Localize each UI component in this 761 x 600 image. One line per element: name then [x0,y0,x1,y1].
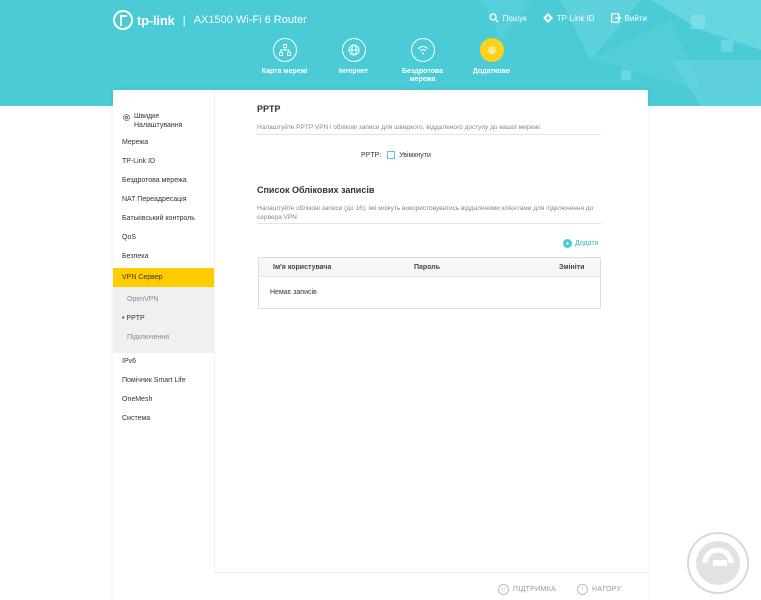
globe-icon [348,44,359,56]
nav-advanced-label: Додатково [472,68,511,75]
nav-wireless-circle [410,38,435,62]
nav-network-map[interactable]: Карта мережі [250,38,319,84]
support-button[interactable]: ☺ ПІДТРИМКА [498,584,556,595]
column-modify: Змініти [559,264,585,271]
search-link[interactable]: Пошук [489,13,527,23]
footer: ☺ ПІДТРИМКА ↑ НАГОРУ [214,572,648,600]
brand: tp-link | AX1500 Wi-Fi 6 Router [113,10,307,30]
logout-icon [610,13,621,23]
sidebar-divider [214,90,215,600]
sidebar-item-wireless[interactable]: Бездротова мережа [113,177,214,184]
nav-advanced-circle [479,38,504,62]
back-to-top-button[interactable]: ↑ НАГОРУ [577,584,621,595]
sidebar-item-onemesh[interactable]: OneMesh [113,396,214,403]
site-watermark-logo [687,532,749,594]
sidebar-item-tplink-id[interactable]: TP-Link ID [113,158,214,165]
column-password: Пароль [414,264,441,271]
sidebar: Швидке Налаштування Мережа TP-Link ID Бе… [113,90,214,600]
sidebar-item-network[interactable]: Мережа [113,139,214,146]
submenu-openvpn[interactable]: OpenVPN [127,296,159,303]
table-header: Ім'я користувача Пароль Змініти [259,258,600,277]
pptp-title: PPTP [257,104,281,114]
search-link-label: Пошук [502,13,527,23]
main-nav: Карта мережі Інтернет Бездротова мережа … [250,38,526,84]
nav-network-map-label: Карта мережі [261,68,308,75]
sidebar-item-system[interactable]: Система [113,415,214,422]
logout-link[interactable]: Вийти [610,13,647,23]
arrow-up-icon: ↑ [577,584,588,595]
nav-advanced[interactable]: Додатково [457,38,526,84]
pptp-enable-label[interactable]: Увімкнути [399,152,431,159]
support-icon: ☺ [498,584,509,595]
settings-icon [122,113,131,122]
nav-internet-circle [341,38,366,62]
sidebar-item-qos[interactable]: QoS [113,234,214,241]
user-id-icon [542,13,553,23]
quick-setup-row: Швидке Налаштування [122,112,214,130]
quick-setup-label: Швидке Налаштування [134,113,183,129]
gear-icon [487,45,496,55]
add-account-label: Додати [575,240,599,247]
sidebar-item-quick-setup[interactable]: Швидке Налаштування [113,112,214,130]
sidebar-item-smart-life[interactable]: Помічник Smart Life [113,377,214,384]
nav-network-map-circle [272,38,297,62]
pptp-label: PPTP: [361,151,382,159]
submenu-pptp[interactable]: • PPTP [122,315,145,322]
search-icon [489,13,499,23]
tplink-id-label: TP-Link ID [556,13,595,23]
nav-wireless[interactable]: Бездротова мережа [388,38,457,84]
sidebar-item-parental[interactable]: Батьківський контроль [113,215,214,222]
accounts-description: Налаштуйте облікові записи (до 16), які … [257,205,594,221]
main-card: Швидке Налаштування Мережа TP-Link ID Бе… [113,90,648,600]
accounts-title: Список Облікових записів [257,185,375,195]
brand-name: tp-link [137,12,175,28]
back-to-top-label: НАГОРУ [592,586,622,593]
network-map-icon [278,44,291,56]
nav-internet-label: Інтернет [338,68,369,75]
sidebar-item-nat[interactable]: NAT Переадресація [113,196,214,203]
brand-separator: | [182,13,186,27]
add-account-button[interactable]: + Додати [563,239,599,248]
tp-link-logo-icon [113,10,133,30]
tplink-id-link[interactable]: TP-Link ID [542,13,595,23]
column-username: Ім'я користувача [273,264,332,271]
pptp-toggle-row: PPTP: Увімкнути [361,151,431,159]
accounts-table: Ім'я користувача Пароль Змініти Немає за… [258,257,601,309]
pptp-enable-checkbox[interactable] [387,151,396,159]
nav-wireless-label: Бездротова мережа [402,68,443,83]
plus-icon: + [563,239,572,248]
sidebar-item-vpn-server[interactable]: VPN Сервер [113,268,214,287]
support-label: ПІДТРИМКА [513,586,556,593]
router-model: AX1500 Wi-Fi 6 Router [193,14,307,26]
content-area [214,90,648,600]
wifi-icon [417,45,428,55]
pptp-description: Налаштуйте PPTP VPN і облікові записи дл… [257,124,542,131]
vpn-submenu: OpenVPN • PPTP Підключення [113,287,214,353]
submenu-connections[interactable]: Підключення [127,334,169,341]
accounts-divider [257,223,601,224]
sidebar-item-ipv6[interactable]: IPv6 [113,358,214,365]
logout-label: Вийти [624,13,647,23]
top-links: Пошук TP-Link ID Вийти [489,13,647,23]
sidebar-item-security[interactable]: Безпека [113,253,214,260]
table-empty-message: Немає записів [270,289,317,296]
pptp-divider [257,134,601,135]
nav-internet[interactable]: Інтернет [319,38,388,84]
